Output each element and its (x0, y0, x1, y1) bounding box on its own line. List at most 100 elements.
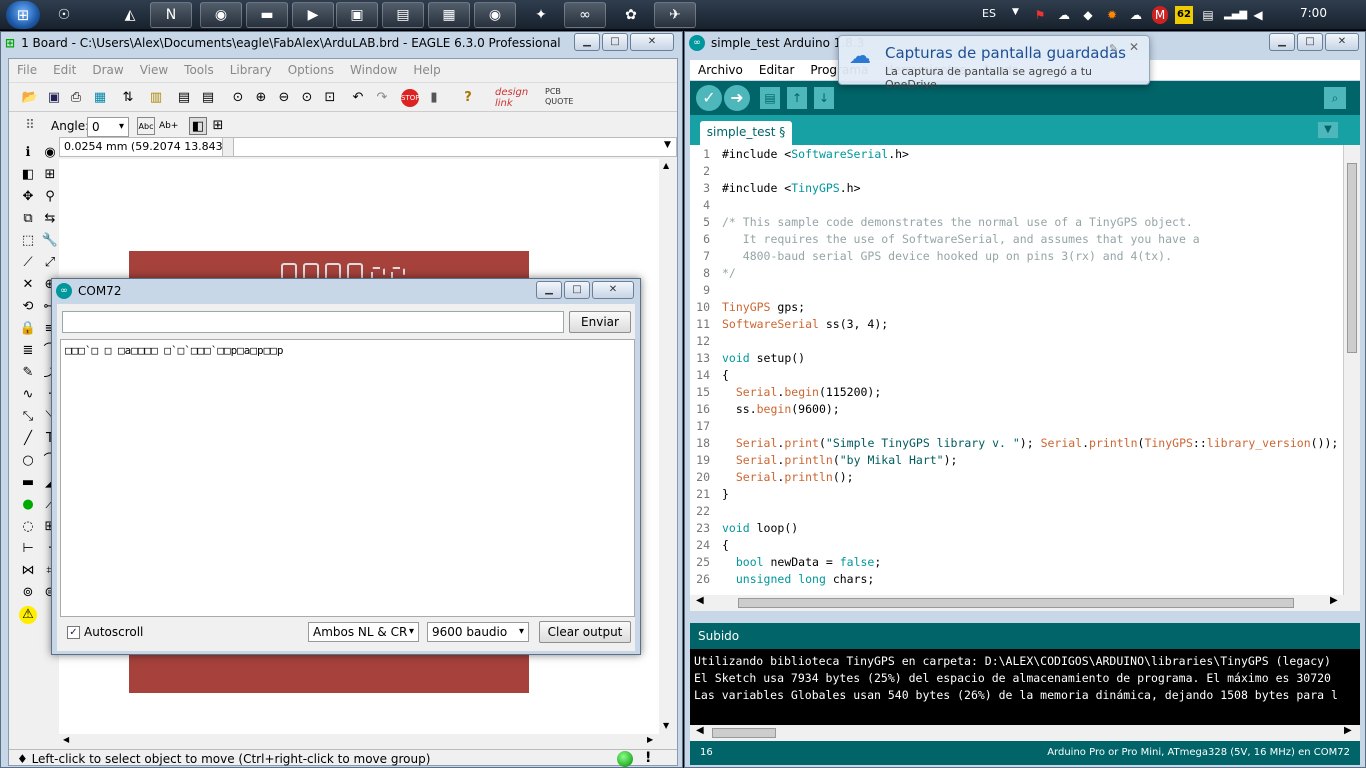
close-button[interactable]: ✕ (592, 281, 634, 299)
layers-icon[interactable]: ◧ (19, 166, 37, 184)
code-line[interactable]: 3 #include <TinyGPS.h> (690, 180, 1360, 197)
signal-icon[interactable]: ⤡ (19, 408, 37, 426)
rect-icon[interactable]: ▬ (19, 474, 37, 492)
code-line[interactable]: 11 SoftwareSerial ss(3, 4); (690, 316, 1360, 333)
line-ending-select[interactable]: Ambos NL & CR (308, 622, 419, 642)
signal-icon[interactable]: ▂▄▆ (1224, 6, 1247, 24)
verify-icon[interactable]: ✓ (696, 85, 722, 111)
flag-icon[interactable]: ⚑ (1032, 6, 1048, 24)
console-scrollbar[interactable]: ◀ ▶ (690, 725, 1360, 741)
menu-library[interactable]: Library (222, 63, 280, 77)
code-line[interactable]: 16 ss.begin(9600); (690, 401, 1360, 418)
close-icon[interactable]: ✕ (1129, 40, 1139, 54)
code-line[interactable]: 13 void setup() (690, 350, 1360, 367)
code-line[interactable]: 21} (690, 486, 1360, 503)
visual-studio-icon[interactable]: ◭ (112, 2, 148, 28)
code-line[interactable]: 7 4800-baud serial GPS device hooked up … (690, 248, 1360, 265)
chevron-down-icon[interactable]: ▼ (1318, 122, 1338, 138)
close-button[interactable]: ✕ (630, 33, 674, 51)
close-button[interactable]: ✕ (1325, 33, 1359, 51)
open-icon[interactable]: 📂 (21, 89, 39, 107)
code-line[interactable]: 19 Serial.println("by Mikal Hart"); (690, 452, 1360, 469)
drc-icon[interactable]: ⊚ (19, 584, 37, 602)
dropbox-icon[interactable]: ◆ (1080, 6, 1096, 24)
chrome-icon[interactable]: ◉ (200, 2, 242, 28)
serial-monitor-icon[interactable]: ⌕ (1324, 87, 1346, 109)
paint-icon[interactable]: ✦ (520, 2, 562, 28)
send-button[interactable]: Enviar (569, 311, 631, 333)
serial-input[interactable] (62, 311, 564, 333)
app-icon-1[interactable]: ☉ (46, 2, 82, 28)
mirror-icon[interactable]: ⇆ (41, 210, 59, 228)
new-icon[interactable]: ▤ (760, 87, 780, 109)
go-icon[interactable]: ▮ (425, 89, 443, 107)
grid-snap-icon[interactable]: ⊞ (41, 166, 59, 184)
editor-horizontal-scrollbar[interactable]: ◀ ▶ (690, 595, 1360, 611)
circle-icon[interactable]: ○ (19, 452, 37, 470)
baud-select[interactable]: 9600 baudio (427, 622, 529, 642)
smash-icon[interactable]: ⚲ (41, 188, 59, 206)
cloud-icon[interactable]: ☁ (1056, 6, 1072, 24)
warning-icon[interactable]: ⚠ (19, 606, 37, 624)
zoom-in-icon[interactable]: ⊕ (252, 89, 270, 107)
badge-icon[interactable]: 62 (1175, 6, 1193, 24)
vertical-scrollbar[interactable]: ▲ ▼ (659, 159, 677, 734)
group-icon[interactable]: ⬚ (19, 232, 37, 250)
menu-archivo[interactable]: Archivo (690, 63, 751, 77)
run-icon[interactable]: ▤ (199, 89, 217, 107)
pcb-quote-logo[interactable]: PCB QUOTE (545, 87, 585, 107)
code-line[interactable]: 2 (690, 163, 1360, 180)
undo-icon[interactable]: ↶ (349, 89, 367, 107)
editor-vertical-scrollbar[interactable] (1343, 145, 1360, 595)
code-line[interactable]: 10 TinyGPS gps; (690, 299, 1360, 316)
open-icon[interactable]: ↑ (787, 87, 807, 109)
code-line[interactable]: 14 { (690, 367, 1360, 384)
cam-icon[interactable]: ▦ (91, 89, 109, 107)
code-line[interactable]: 1 #include <SoftwareSerial.h> (690, 146, 1360, 163)
code-line[interactable]: 4 (690, 197, 1360, 214)
code-line[interactable]: 25 bool newData = false; (690, 554, 1360, 571)
onedrive-icon[interactable]: ☁ (1128, 6, 1144, 24)
layout2-icon[interactable]: ⊞ (209, 117, 227, 135)
autoscroll-checkbox[interactable]: ✓ (67, 626, 80, 639)
spin-text-icon[interactable]: Ab+ (159, 117, 178, 135)
zoom-out-icon[interactable]: ⊖ (275, 89, 293, 107)
code-line[interactable]: 26 unsigned long chars; (690, 571, 1360, 588)
move-icon[interactable]: ✥ (19, 188, 37, 206)
chevron-down-icon[interactable]: ▼ (664, 140, 671, 150)
clear-output-button[interactable]: Clear output (539, 621, 631, 643)
code-line[interactable]: 22 (690, 503, 1360, 520)
code-line[interactable]: 6 It requires the use of SoftwareSerial,… (690, 231, 1360, 248)
code-line[interactable]: 17 (690, 418, 1360, 435)
maximize-button[interactable]: □ (1297, 33, 1323, 51)
onedrive-notification[interactable]: ☁ Capturas de pantalla guardadas La capt… (838, 35, 1150, 91)
stop-command-icon[interactable]: ! (645, 750, 651, 766)
zoom-fit-icon[interactable]: ⊙ (229, 89, 247, 107)
layout-icon[interactable]: ◧ (189, 117, 207, 135)
minimize-button[interactable]: ▁ (574, 33, 600, 51)
arduino-icon[interactable]: ∞ (564, 2, 606, 28)
library-icon[interactable]: ▥ (147, 89, 165, 107)
redo-icon[interactable]: ↷ (373, 89, 391, 107)
clock[interactable]: 7:00 (1300, 6, 1327, 20)
save-icon[interactable]: ▣ (45, 89, 63, 107)
minimize-button[interactable]: ▁ (536, 281, 562, 299)
ripup-icon[interactable]: ∿ (19, 386, 37, 404)
menu-edit[interactable]: Edit (45, 63, 84, 77)
menu-file[interactable]: File (9, 63, 45, 77)
code-line[interactable]: 9 (690, 282, 1360, 299)
command-input[interactable] (236, 138, 676, 156)
optimize-icon[interactable]: ≣ (19, 342, 37, 360)
menu-view[interactable]: View (132, 63, 176, 77)
volume-icon[interactable]: ◀ (1250, 6, 1266, 24)
split-icon[interactable]: ⤢ (41, 254, 59, 272)
firefox-icon[interactable]: ✹ (1104, 6, 1120, 24)
chevron-down-icon[interactable]: ▼ (1012, 7, 1019, 17)
horizontal-scrollbar[interactable]: ◀ ▶ (59, 734, 659, 750)
design-link-logo[interactable]: design link (495, 87, 539, 109)
code-line[interactable]: 5 /* This sample code demonstrates the no… (690, 214, 1360, 231)
explorer-icon[interactable]: ▬ (246, 2, 288, 28)
onenote-icon[interactable]: N (150, 2, 192, 28)
notepad-icon[interactable]: ▤ (382, 2, 424, 28)
wire-icon[interactable]: ⟋ (19, 254, 37, 272)
